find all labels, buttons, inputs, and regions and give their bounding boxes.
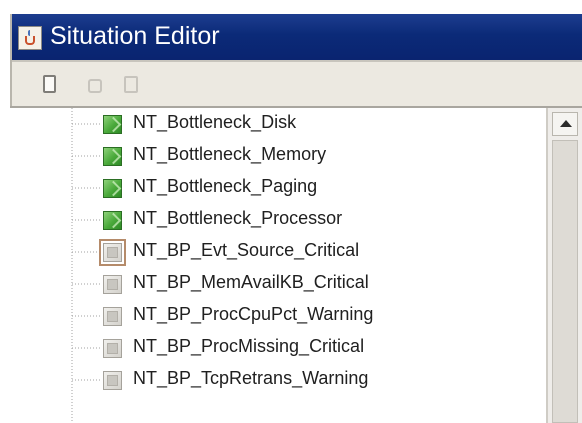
tree-item-nt-bp-proccpupct-warning[interactable]: NT_BP_ProcCpuPct_Warning bbox=[10, 301, 530, 331]
window-title: Situation Editor bbox=[50, 22, 220, 50]
tree-item-label: NT_BP_TcpRetrans_Warning bbox=[133, 368, 369, 388]
vertical-scrollbar[interactable] bbox=[546, 108, 582, 423]
toolbar bbox=[10, 64, 582, 104]
scrollbar-thumb[interactable] bbox=[552, 140, 578, 423]
situation-tree-panel: NT_Bottleneck_Disk NT_Bottleneck_Memory … bbox=[10, 106, 582, 423]
tree-item-nt-bp-tcpretrans-warning[interactable]: NT_BP_TcpRetrans_Warning bbox=[10, 365, 530, 395]
tree-item-label: NT_BP_Evt_Source_Critical bbox=[133, 240, 360, 260]
paste-document-icon[interactable] bbox=[124, 76, 138, 93]
tree-item-label: NT_BP_ProcMissing_Critical bbox=[133, 336, 365, 356]
new-document-icon[interactable] bbox=[43, 75, 56, 93]
tree-item-label: NT_BP_MemAvailKB_Critical bbox=[133, 272, 369, 292]
title-bar[interactable]: Situation Editor bbox=[12, 14, 582, 62]
grey-situation-icon bbox=[99, 239, 126, 266]
tree-item-nt-bp-memavailkb-critical[interactable]: NT_BP_MemAvailKB_Critical bbox=[10, 269, 530, 299]
copy-document-icon[interactable] bbox=[88, 79, 102, 93]
grey-situation-icon bbox=[103, 339, 122, 358]
grey-situation-icon bbox=[103, 275, 122, 294]
tree-item-nt-bp-procmissing-critical[interactable]: NT_BP_ProcMissing_Critical bbox=[10, 333, 530, 363]
chevron-up-icon bbox=[560, 120, 572, 127]
tree-item-label: NT_Bottleneck_Processor bbox=[133, 208, 343, 228]
tree-item-nt-bp-evt-source-critical[interactable]: NT_BP_Evt_Source_Critical bbox=[10, 237, 530, 267]
green-situation-icon bbox=[103, 211, 122, 230]
java-cup-icon bbox=[18, 26, 42, 50]
grey-situation-icon bbox=[103, 371, 122, 390]
scroll-up-button[interactable] bbox=[552, 112, 578, 136]
green-situation-icon bbox=[103, 115, 122, 134]
tree-item-label: NT_BP_ProcCpuPct_Warning bbox=[133, 304, 374, 324]
green-situation-icon bbox=[103, 147, 122, 166]
tree-item-nt-bottleneck-processor[interactable]: NT_Bottleneck_Processor bbox=[10, 205, 530, 235]
grey-situation-icon bbox=[103, 307, 122, 326]
green-situation-icon bbox=[103, 179, 122, 198]
tree-item-label: NT_Bottleneck_Paging bbox=[133, 176, 318, 196]
tree-item-label: NT_Bottleneck_Memory bbox=[133, 144, 327, 164]
tree-item-label: NT_Bottleneck_Disk bbox=[133, 112, 297, 132]
situation-tree: NT_Bottleneck_Disk NT_Bottleneck_Memory … bbox=[10, 108, 546, 423]
tree-item-nt-bottleneck-disk[interactable]: NT_Bottleneck_Disk bbox=[10, 109, 530, 139]
tree-item-nt-bottleneck-paging[interactable]: NT_Bottleneck_Paging bbox=[10, 173, 530, 203]
tree-item-nt-bottleneck-memory[interactable]: NT_Bottleneck_Memory bbox=[10, 141, 530, 171]
